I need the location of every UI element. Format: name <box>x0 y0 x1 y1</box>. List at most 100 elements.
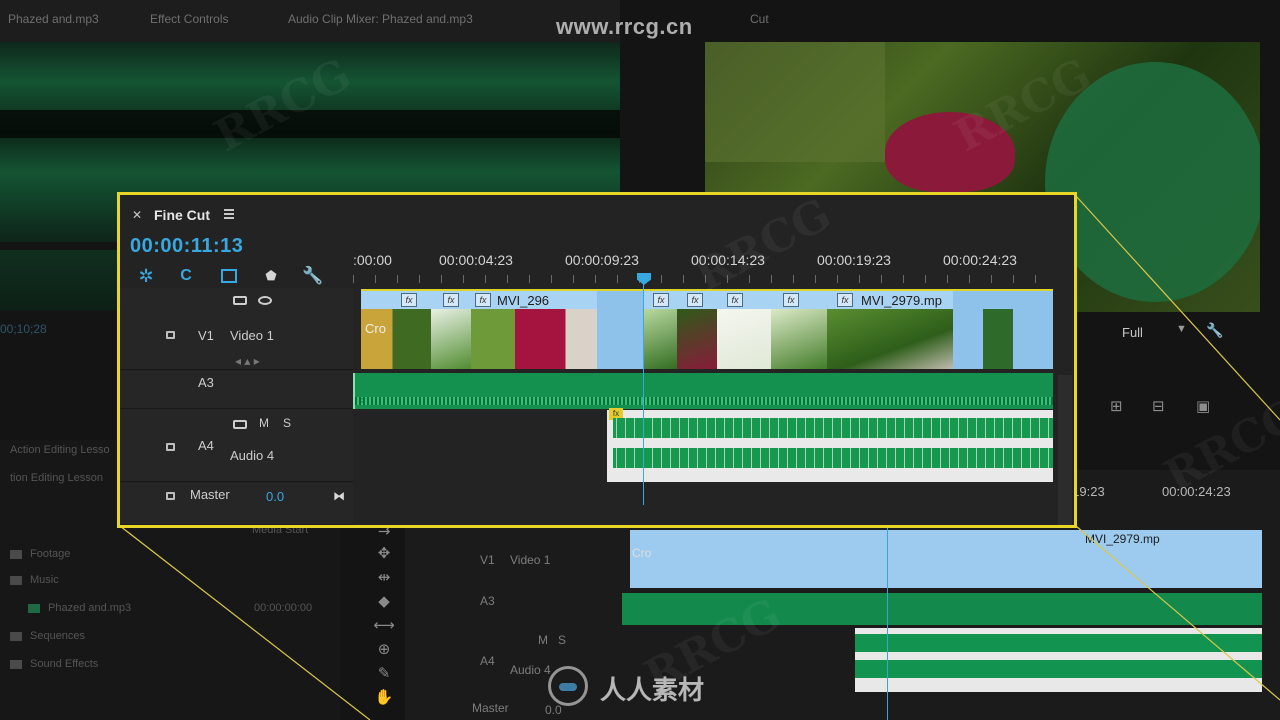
tab-audio-clip-mixer[interactable]: Audio Clip Mixer: Phazed and.mp3 <box>288 12 473 26</box>
ruler-label: 00:00:19:23 <box>817 252 891 268</box>
mute-button[interactable]: M <box>538 633 548 647</box>
ripple-edit-icon[interactable]: ✥ <box>366 544 402 568</box>
tab-source-audio[interactable]: Phazed and.mp3 <box>8 12 99 26</box>
clip-thumbnail <box>643 309 677 369</box>
fx-badge: fx <box>727 293 743 307</box>
background-audio-clip-a4[interactable] <box>855 628 1262 692</box>
folder-label: Footage <box>30 548 71 560</box>
fx-badge: fx <box>475 293 491 307</box>
track-resize-handle[interactable]: ◂ ▴ ▸ <box>235 354 260 368</box>
list-item[interactable]: Sequences <box>10 630 85 642</box>
watermark-brand: 人人素材 <box>600 676 705 706</box>
clip-thumbnail <box>827 309 953 369</box>
audio-waveform-right <box>613 448 1053 468</box>
close-icon[interactable]: ✕ <box>132 208 142 222</box>
folder-icon <box>10 549 22 559</box>
video-track-clips[interactable]: fx Cro fx fx MVI_296 fx fx fx fx fx MVI_… <box>361 289 1053 369</box>
go-to-in-out-icon[interactable]: ⧓ <box>333 489 345 503</box>
playhead-timecode[interactable]: 00:00:11:13 <box>130 235 243 258</box>
fx-badge: fx <box>401 293 417 307</box>
extract-icon[interactable]: ⊟ <box>1152 397 1165 415</box>
track-name: Audio 4 <box>230 448 275 463</box>
clip-thumbnail: Cro <box>361 309 431 369</box>
video-clip[interactable]: fx MVI_2979.mp <box>827 291 953 369</box>
fx-badge: fx <box>837 293 853 307</box>
rate-stretch-icon[interactable]: ⇹ <box>366 568 402 592</box>
list-item[interactable]: Music <box>10 574 59 586</box>
track-name: Audio 4 <box>510 663 551 677</box>
linked-selection-icon[interactable]: C <box>175 265 197 287</box>
playback-resolution-select[interactable]: Full <box>1122 325 1143 340</box>
list-item[interactable]: Phazed and.mp3 <box>28 602 131 614</box>
ruler-label: :00:00 <box>353 252 392 268</box>
solo-button[interactable]: S <box>283 416 291 430</box>
slip-icon[interactable]: ⟷ <box>366 616 402 640</box>
audio-clip-a3[interactable]: R <box>353 373 1053 409</box>
monitor-settings-icon[interactable]: 🔧 <box>1206 322 1223 339</box>
folder-label: Sound Effects <box>30 658 99 670</box>
export-frame-icon[interactable]: ▣ <box>1196 397 1210 415</box>
toggle-sync-lock-icon[interactable] <box>233 294 247 308</box>
audio-waveform-left <box>613 418 1053 438</box>
list-item[interactable]: Footage <box>10 548 70 560</box>
fx-badge: fx <box>443 293 459 307</box>
tab-effect-controls[interactable]: Effect Controls <box>150 12 228 26</box>
tab-program-monitor[interactable]: Cut <box>750 12 769 26</box>
track-id: V1 <box>480 553 495 567</box>
video-clip[interactable] <box>597 291 643 369</box>
solo-button[interactable]: S <box>558 633 566 647</box>
track-id: A3 <box>480 594 495 608</box>
chevron-down-icon[interactable]: ▼ <box>1176 323 1187 335</box>
ruler-label: 00:00:04:23 <box>439 252 513 268</box>
slide-icon[interactable]: ⊕ <box>366 640 402 664</box>
list-item[interactable]: Sound Effects <box>10 658 98 670</box>
video-clip[interactable]: fx MVI_296 <box>471 291 597 369</box>
insert-icon[interactable] <box>218 265 240 287</box>
snap-icon[interactable]: ✲ <box>135 265 157 287</box>
clip-thumbnail <box>597 309 643 369</box>
wrench-icon[interactable]: 🔧 <box>302 265 324 287</box>
mute-button[interactable]: M <box>259 416 269 430</box>
video-clip[interactable]: fx <box>643 291 677 369</box>
master-volume[interactable]: 0.0 <box>545 703 562 717</box>
project-panel-title: Action Editing Lesso <box>10 444 110 456</box>
lock-icon[interactable] <box>166 328 175 342</box>
track-name: Master <box>472 701 509 715</box>
pen-icon[interactable]: ✎ <box>366 664 402 688</box>
clip-name: MVI_296 <box>497 293 550 308</box>
eye-icon[interactable] <box>258 294 272 308</box>
audio-clip-a4[interactable]: fx <box>607 408 1053 482</box>
video-clip[interactable]: fx <box>771 291 827 369</box>
track-id: A4 <box>480 654 495 668</box>
track-name: Master <box>190 487 230 502</box>
sequence-tab-title[interactable]: Fine Cut <box>154 207 210 223</box>
clip-thumbnail <box>431 309 471 369</box>
marker-icon[interactable]: ⬟ <box>260 265 282 287</box>
background-video-clips[interactable]: MVI_2979.mp Cro <box>630 530 1262 588</box>
playhead-line <box>643 283 644 505</box>
video-clip[interactable]: fx <box>717 291 771 369</box>
track-header-master: Master 0.0 ⧓ <box>120 483 353 525</box>
hand-icon[interactable]: ✋ <box>366 688 402 712</box>
video-clip[interactable] <box>953 291 1053 369</box>
panel-menu-icon[interactable] <box>224 209 234 219</box>
track-id: A4 <box>198 438 214 453</box>
track-id: A3 <box>198 375 214 390</box>
folder-icon <box>10 575 22 585</box>
clip-name: Cro <box>632 546 652 560</box>
watermark-url: www.rrcg.cn <box>556 14 693 39</box>
lock-icon[interactable] <box>166 489 175 503</box>
vertical-scrollbar[interactable] <box>1058 375 1072 525</box>
video-clip[interactable]: fx <box>677 291 717 369</box>
video-clip[interactable]: fx Cro <box>361 291 431 369</box>
voice-over-icon[interactable] <box>233 418 247 432</box>
clip-name: Cro <box>365 321 386 336</box>
video-clip[interactable]: fx <box>431 291 471 369</box>
master-volume[interactable]: 0.0 <box>266 489 284 504</box>
fx-badge: fx <box>687 293 703 307</box>
razor-icon[interactable]: ◆ <box>366 592 402 616</box>
lift-icon[interactable]: ⊞ <box>1110 397 1123 415</box>
audio-waveform <box>355 397 1053 405</box>
audio-file-icon <box>28 603 40 613</box>
lock-icon[interactable] <box>166 440 175 454</box>
